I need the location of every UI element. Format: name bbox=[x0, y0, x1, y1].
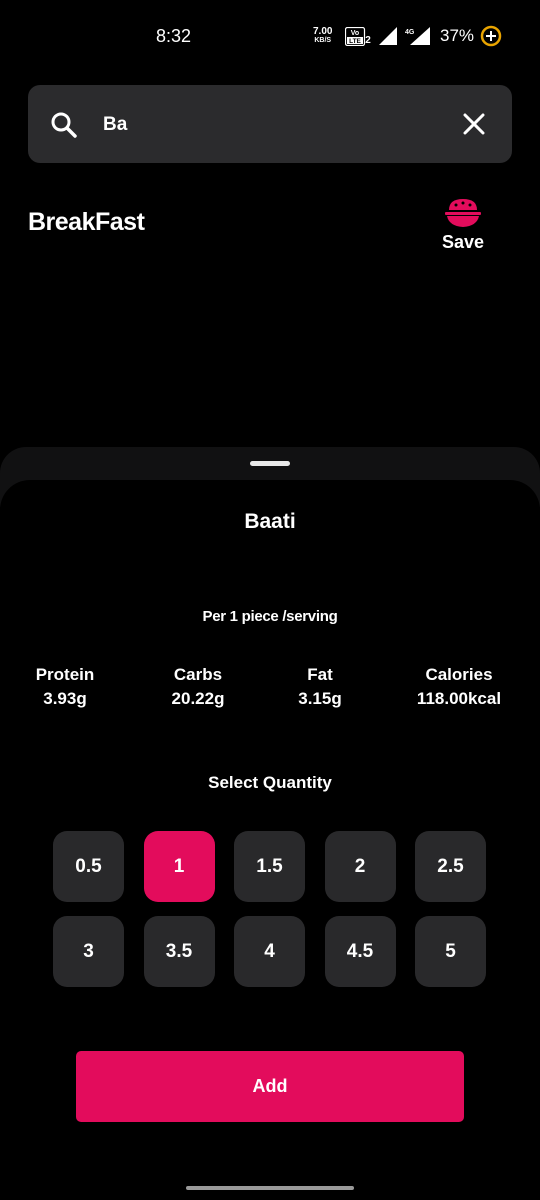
quantity-option[interactable]: 2 bbox=[324, 831, 396, 902]
bowl-icon bbox=[445, 199, 481, 227]
quantity-option[interactable]: 5 bbox=[415, 916, 486, 987]
nutrient-label: Calories bbox=[425, 665, 493, 684]
svg-text:LTE: LTE bbox=[349, 38, 361, 45]
quantity-option[interactable]: 2.5 bbox=[415, 831, 486, 902]
search-input[interactable] bbox=[101, 109, 445, 141]
quantity-option[interactable]: 3.5 bbox=[143, 916, 215, 987]
serving-size: Per 1 piece /serving bbox=[202, 608, 338, 625]
nutrient-value: 20.22g bbox=[171, 689, 225, 708]
save-label: Save bbox=[441, 232, 485, 252]
search-bar[interactable] bbox=[28, 85, 512, 163]
quantity-option[interactable]: 4.5 bbox=[324, 916, 396, 987]
status-bar: 8:32 7.00 KB/S Vo LTE 2 4G 37% bbox=[0, 0, 540, 72]
svg-text:2: 2 bbox=[365, 35, 371, 46]
quantity-option[interactable]: 3 bbox=[53, 916, 124, 987]
search-icon bbox=[51, 112, 77, 138]
food-name: Baati bbox=[244, 510, 296, 533]
signal-icon bbox=[379, 27, 397, 45]
nutrient-label: Fat bbox=[307, 665, 333, 684]
nutrient-calories: Calories 118.00kcal bbox=[399, 665, 519, 709]
svg-text:4G: 4G bbox=[405, 29, 415, 36]
nutrient-fat: Fat 3.15g bbox=[260, 665, 380, 709]
nutrient-value: 3.15g bbox=[298, 689, 342, 708]
sheet-drag-handle[interactable] bbox=[250, 461, 290, 466]
home-indicator[interactable] bbox=[186, 1186, 354, 1190]
meal-title: BreakFast bbox=[28, 208, 145, 236]
nutrient-value: 3.93g bbox=[43, 689, 87, 708]
quantity-option[interactable]: 4 bbox=[234, 916, 305, 987]
svg-text:Vo: Vo bbox=[351, 30, 359, 37]
nutrient-carbs: Carbs 20.22g bbox=[138, 665, 258, 709]
select-quantity-label: Select Quantity bbox=[208, 773, 332, 792]
volte-icon: Vo LTE 2 bbox=[345, 27, 371, 46]
quantity-option-selected[interactable]: 1 bbox=[143, 831, 215, 902]
network-speed: 7.00 KB/S bbox=[313, 27, 332, 45]
network-speed-unit: KB/S bbox=[314, 37, 332, 44]
nutrient-label: Carbs bbox=[173, 665, 223, 684]
battery-saver-icon bbox=[480, 25, 502, 47]
status-time: 8:32 bbox=[156, 26, 192, 46]
save-button[interactable]: Save bbox=[430, 196, 496, 262]
signal-4g-icon: 4G bbox=[405, 27, 430, 45]
nutrient-label: Protein bbox=[35, 665, 95, 684]
nutrient-value: 118.00kcal bbox=[416, 689, 502, 708]
battery-percent: 37% bbox=[440, 26, 475, 45]
quantity-option[interactable]: 0.5 bbox=[53, 831, 124, 902]
close-icon[interactable] bbox=[462, 112, 486, 136]
nutrient-protein: Protein 3.93g bbox=[5, 665, 125, 709]
add-button[interactable]: Add bbox=[76, 1051, 464, 1122]
quantity-option[interactable]: 1.5 bbox=[234, 831, 305, 902]
